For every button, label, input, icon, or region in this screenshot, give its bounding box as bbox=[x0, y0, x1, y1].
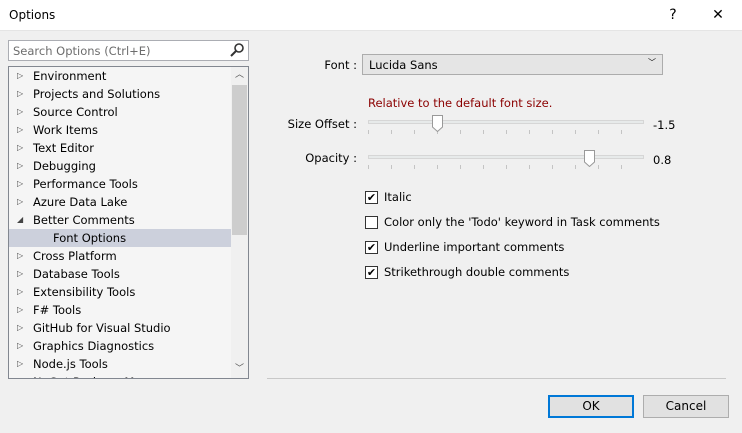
expanded-arrow-icon[interactable]: ◢ bbox=[17, 211, 23, 229]
cancel-button[interactable]: Cancel bbox=[643, 395, 729, 418]
collapsed-arrow-icon[interactable]: ▷ bbox=[17, 193, 23, 211]
tree-item[interactable]: ▷ Cross Platform bbox=[9, 247, 231, 265]
font-value: Lucida Sans bbox=[369, 58, 438, 72]
collapsed-arrow-icon[interactable]: ▷ bbox=[17, 283, 23, 301]
size-offset-value: -1.5 bbox=[653, 118, 676, 132]
font-dropdown[interactable]: Lucida Sans ﹀ bbox=[362, 54, 663, 75]
collapsed-arrow-icon[interactable]: ▷ bbox=[17, 121, 23, 139]
checkbox-label: Underline important comments bbox=[384, 240, 565, 254]
checkbox[interactable]: ✔ bbox=[365, 241, 378, 254]
divider bbox=[267, 378, 726, 379]
checkbox-label: Strikethrough double comments bbox=[384, 265, 570, 279]
tree-item[interactable]: Font Options bbox=[9, 229, 231, 247]
tree-item[interactable]: ▷ Graphics Diagnostics bbox=[9, 337, 231, 355]
opacity-value: 0.8 bbox=[653, 153, 672, 167]
collapsed-arrow-icon[interactable]: ▷ bbox=[17, 373, 23, 378]
collapsed-arrow-icon[interactable]: ▷ bbox=[17, 175, 23, 193]
tree-item[interactable]: ▷ Performance Tools bbox=[9, 175, 231, 193]
collapsed-arrow-icon[interactable]: ▷ bbox=[17, 139, 23, 157]
checkbox-label: Color only the 'Todo' keyword in Task co… bbox=[384, 215, 660, 229]
tree-item[interactable]: ▷ Database Tools bbox=[9, 265, 231, 283]
tree-scrollbar[interactable]: ︿ ﹀ bbox=[231, 67, 248, 378]
checkbox-label: Italic bbox=[384, 190, 412, 204]
tree-item[interactable]: ◢ Better Comments bbox=[9, 211, 231, 229]
tree-item-label: Better Comments bbox=[33, 213, 135, 227]
collapsed-arrow-icon[interactable]: ▷ bbox=[17, 319, 23, 337]
tree-item[interactable]: ▷ Debugging bbox=[9, 157, 231, 175]
options-tree[interactable]: ▷ NuGet Package Manager ▷ Node.js Tools ▷ Gra… bbox=[8, 66, 249, 379]
scroll-up-icon[interactable]: ︿ bbox=[231, 67, 248, 84]
collapsed-arrow-icon[interactable]: ▷ bbox=[17, 157, 23, 175]
opacity-slider[interactable] bbox=[368, 150, 644, 170]
search-placeholder: Search Options (Ctrl+E) bbox=[13, 44, 151, 58]
slider-thumb[interactable] bbox=[432, 115, 443, 132]
tree-item-label: Work Items bbox=[33, 123, 98, 137]
tree-item-label: Text Editor bbox=[33, 141, 94, 155]
close-button[interactable]: ✕ bbox=[703, 3, 733, 27]
tree-item-label: Source Control bbox=[33, 105, 118, 119]
tree-item[interactable]: ▷ Text Editor bbox=[9, 139, 231, 157]
checkbox[interactable] bbox=[365, 216, 378, 229]
collapsed-arrow-icon[interactable]: ▷ bbox=[17, 355, 23, 373]
tree-item[interactable]: ▷ Source Control bbox=[9, 103, 231, 121]
collapsed-arrow-icon[interactable]: ▷ bbox=[17, 301, 23, 319]
tree-item-label: GitHub for Visual Studio bbox=[33, 321, 171, 335]
tree-item[interactable]: ▷ GitHub for Visual Studio bbox=[9, 319, 231, 337]
scrollbar-thumb[interactable] bbox=[232, 85, 247, 235]
search-icon bbox=[230, 43, 244, 57]
opacity-label: Opacity : bbox=[305, 151, 357, 165]
tree-item[interactable]: ▷ Extensibility Tools bbox=[9, 283, 231, 301]
tree-item-label: Performance Tools bbox=[33, 177, 138, 191]
tree-item-label: F# Tools bbox=[33, 303, 82, 317]
font-label: Font : bbox=[324, 58, 357, 72]
collapsed-arrow-icon[interactable]: ▷ bbox=[17, 103, 23, 121]
slider-thumb[interactable] bbox=[583, 150, 595, 167]
ok-button[interactable]: OK bbox=[548, 395, 634, 418]
tree-item-label: Extensibility Tools bbox=[33, 285, 136, 299]
title-bar: Options ? ✕ bbox=[0, 0, 742, 31]
window-title: Options bbox=[9, 8, 56, 22]
help-button[interactable]: ? bbox=[658, 3, 688, 27]
chevron-down-icon: ﹀ bbox=[648, 58, 656, 67]
tree-item-label: Cross Platform bbox=[33, 249, 117, 263]
tree-item-label: Azure Data Lake bbox=[33, 195, 128, 209]
tree-item[interactable]: ▷ Azure Data Lake bbox=[9, 193, 231, 211]
tree-item-label: Projects and Solutions bbox=[33, 87, 161, 101]
tree-item-label: Database Tools bbox=[33, 267, 120, 281]
collapsed-arrow-icon[interactable]: ▷ bbox=[17, 265, 23, 283]
tree-item[interactable]: ▷ Work Items bbox=[9, 121, 231, 139]
tree-item-label: Environment bbox=[33, 69, 107, 83]
size-hint: Relative to the default font size. bbox=[368, 96, 553, 110]
tree-item[interactable]: ▷ Node.js Tools bbox=[9, 355, 231, 373]
checkbox[interactable]: ✔ bbox=[365, 266, 378, 279]
tree-item-label: Graphics Diagnostics bbox=[33, 339, 155, 353]
collapsed-arrow-icon[interactable]: ▷ bbox=[17, 337, 23, 355]
size-offset-slider[interactable] bbox=[368, 115, 644, 135]
checkbox[interactable]: ✔ bbox=[365, 191, 378, 204]
tree-item-label: Node.js Tools bbox=[33, 357, 108, 371]
size-offset-label: Size Offset : bbox=[287, 117, 357, 131]
search-input[interactable]: Search Options (Ctrl+E) bbox=[8, 40, 249, 61]
collapsed-arrow-icon[interactable]: ▷ bbox=[17, 67, 23, 85]
tree-item[interactable]: ▷ NuGet Package Manager bbox=[9, 373, 231, 378]
tree-item-label: NuGet Package Manager bbox=[33, 373, 175, 378]
tree-item[interactable]: ▷ Projects and Solutions bbox=[9, 85, 231, 103]
collapsed-arrow-icon[interactable]: ▷ bbox=[17, 247, 23, 265]
scroll-down-icon[interactable]: ﹀ bbox=[231, 361, 248, 378]
tree-item[interactable]: ▷ Environment bbox=[9, 67, 231, 85]
tree-item-label: Debugging bbox=[33, 159, 96, 173]
tree-item-label: Font Options bbox=[53, 231, 127, 245]
tree-item[interactable]: ▷ F# Tools bbox=[9, 301, 231, 319]
collapsed-arrow-icon[interactable]: ▷ bbox=[17, 85, 23, 103]
